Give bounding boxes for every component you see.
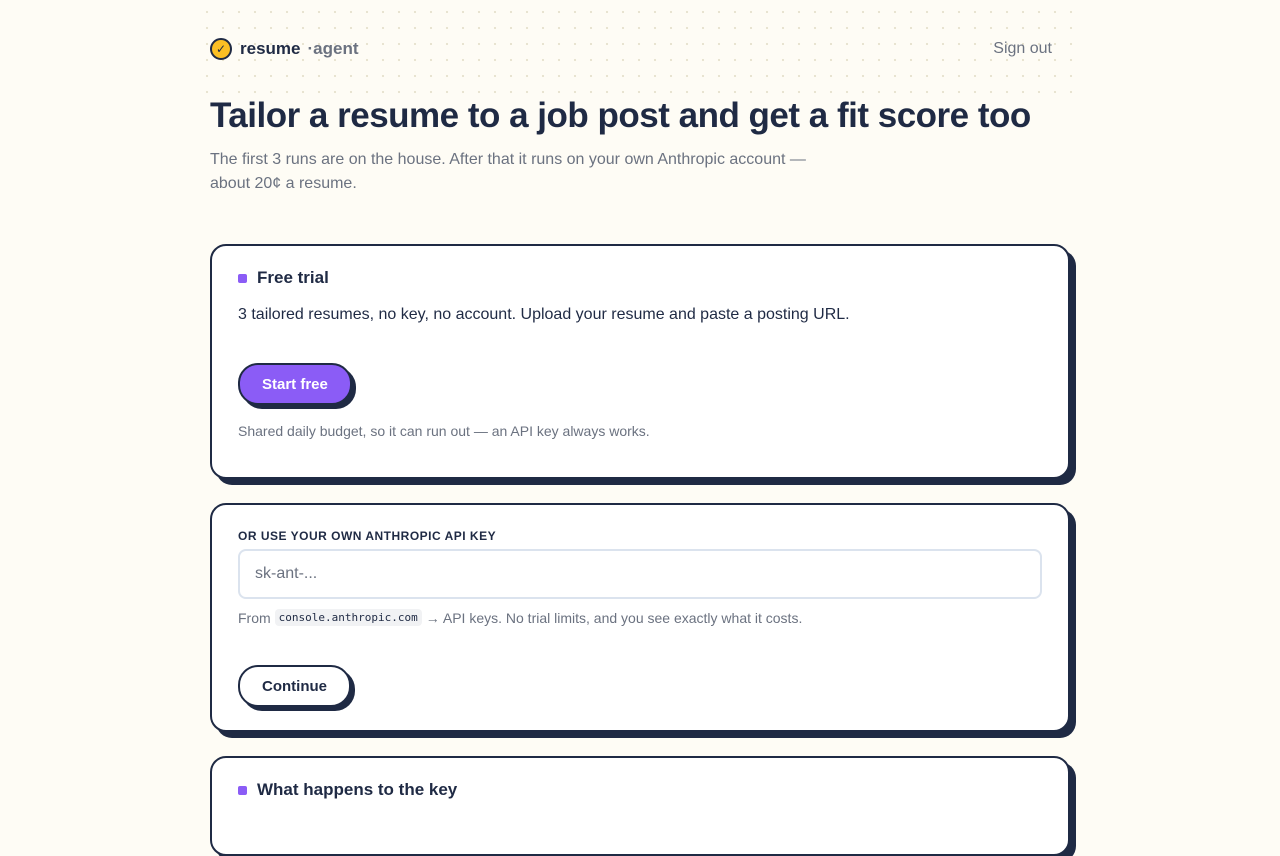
start-free-button[interactable]: Start free	[238, 363, 352, 405]
top-bar: ✓ resume ·agent Sign out	[210, 36, 1052, 62]
bullet-marker	[238, 785, 247, 795]
continue-button[interactable]: Continue	[238, 665, 351, 707]
free-trial-note: Shared daily budget, so it can run out —…	[238, 423, 650, 439]
api-key-help: From console.anthropic.com → API keys. N…	[238, 609, 802, 626]
page-subtitle: The first 3 runs are on the house. After…	[210, 151, 806, 192]
help-suffix: → API keys. No trial limits, and you see…	[425, 609, 803, 626]
api-key-input[interactable]	[238, 549, 1042, 599]
sign-out-link[interactable]: Sign out	[993, 40, 1052, 58]
page-title: Tailor a resume to a job post and get a …	[210, 96, 1031, 135]
free-trial-description: 3 tailored resumes, no key, no account. …	[238, 306, 850, 323]
free-trial-heading: Free trial	[238, 268, 329, 288]
key-info-heading: What happens to the key	[238, 780, 457, 800]
bullet-marker	[238, 273, 247, 283]
brand[interactable]: ✓ resume ·agent	[210, 38, 358, 60]
help-prefix: From	[238, 609, 271, 626]
key-info-title: What happens to the key	[257, 780, 458, 799]
api-key-label: OR USE YOUR OWN ANTHROPIC API KEY	[238, 529, 497, 543]
free-trial-card: Free trial 3 tailored resumes, no key, n…	[210, 244, 1070, 479]
api-key-card: OR USE YOUR OWN ANTHROPIC API KEY From c…	[210, 503, 1070, 732]
check-icon: ✓	[210, 38, 232, 60]
brand-name: resume	[240, 39, 301, 58]
free-trial-title: Free trial	[257, 268, 329, 287]
brand-suffix: ·agent	[307, 39, 359, 58]
key-info-card: What happens to the key	[210, 756, 1070, 856]
console-url-code: console.anthropic.com	[274, 609, 422, 626]
